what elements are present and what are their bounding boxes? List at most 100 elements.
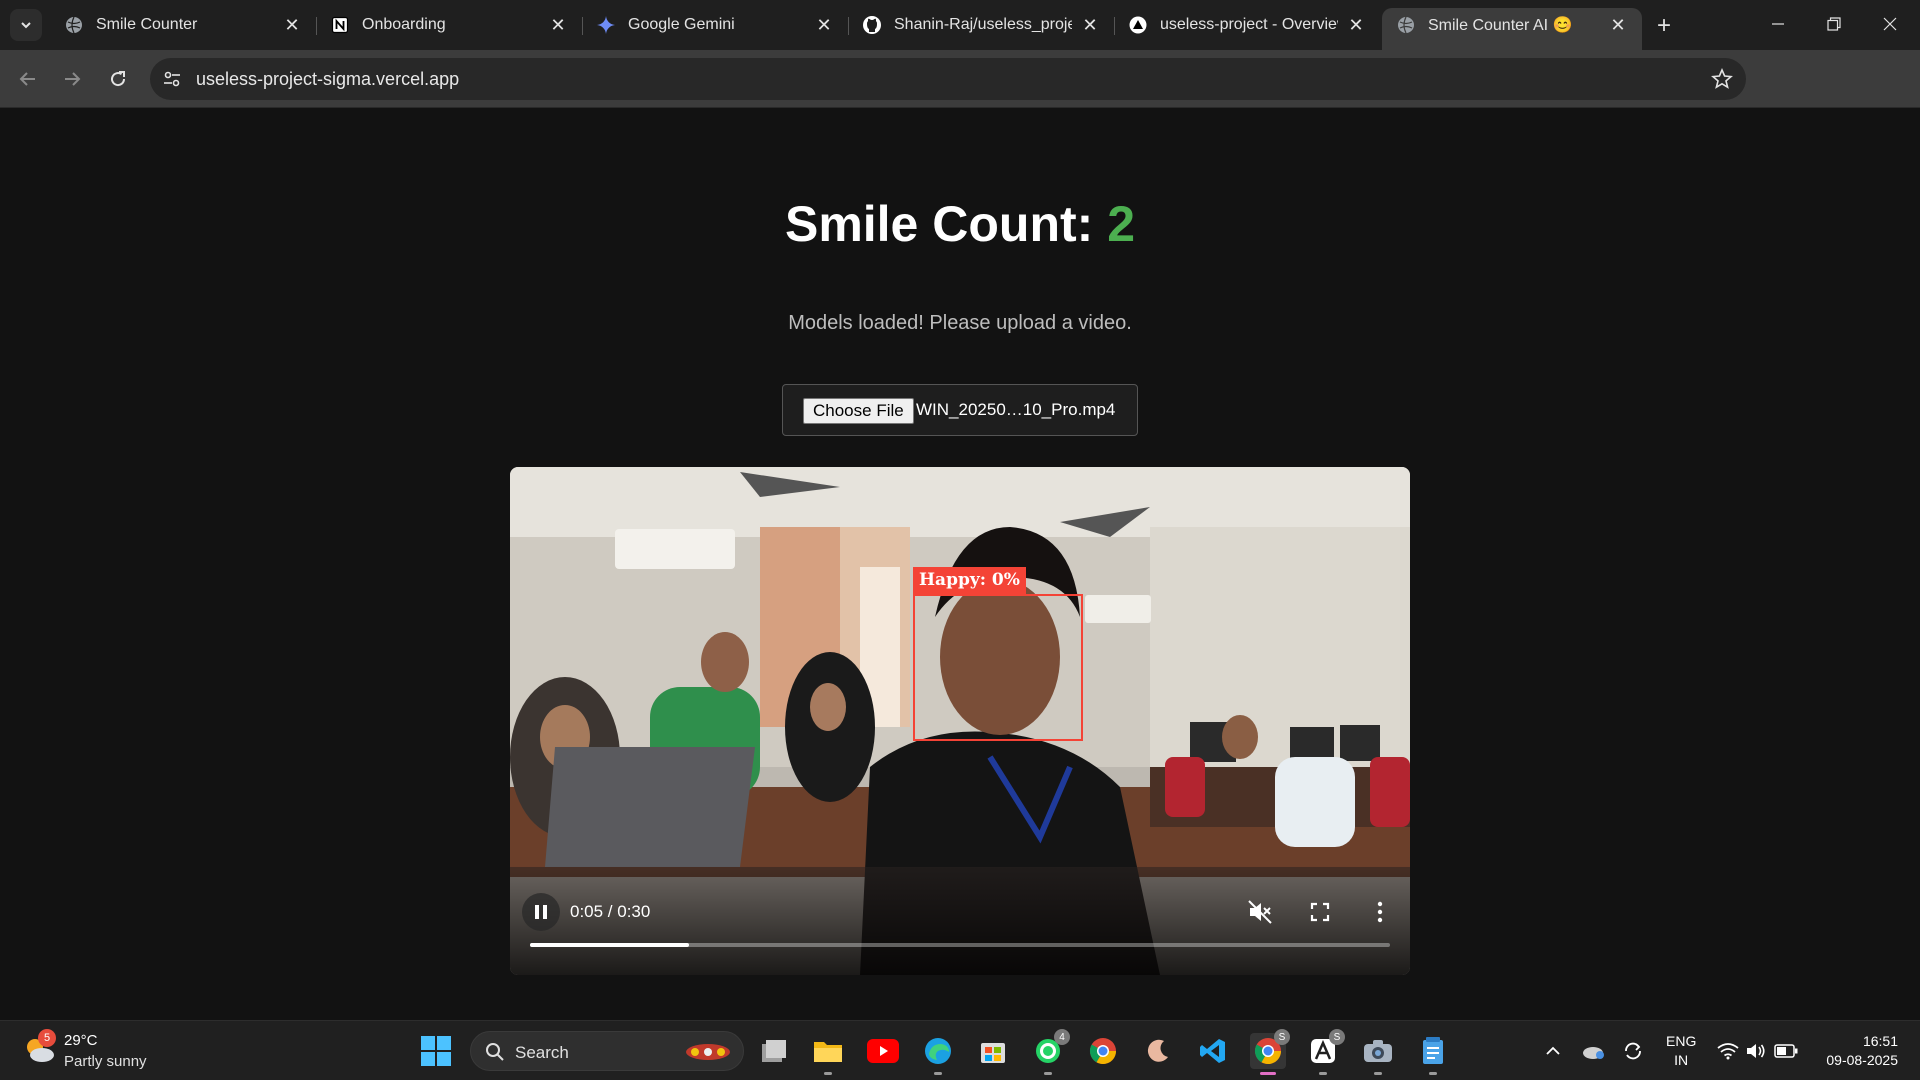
close-tab-icon[interactable]: ✕: [1346, 15, 1366, 35]
adobe-acrobat-icon[interactable]: S: [1305, 1029, 1345, 1075]
whatsapp-badge: 4: [1054, 1029, 1070, 1045]
search-icon: [486, 1043, 504, 1061]
tab-search-button[interactable]: [10, 9, 42, 41]
smile-count-heading: Smile Count: 2: [0, 195, 1920, 253]
video-player[interactable]: Happy: 0% 0:05 / 0:30: [510, 467, 1410, 975]
tab-title: useless-project - Overview: [1160, 16, 1338, 33]
pause-button[interactable]: [522, 893, 560, 931]
youtube-icon[interactable]: [865, 1033, 901, 1069]
pause-icon: [535, 905, 547, 919]
fullscreen-button[interactable]: [1306, 898, 1334, 926]
tab-title: Smile Counter: [96, 16, 198, 33]
tab-title: Smile Counter AI 😊: [1428, 17, 1573, 34]
edge-icon[interactable]: [920, 1033, 956, 1075]
windows-start-icon[interactable]: [420, 1035, 452, 1067]
face-emotion-label: Happy: 0%: [913, 567, 1026, 594]
weather-notification-badge: 5: [38, 1029, 56, 1047]
running-indicator: [1374, 1072, 1382, 1075]
wifi-icon[interactable]: [1716, 1039, 1740, 1063]
tab-title: Google Gemini: [628, 16, 735, 33]
address-bar[interactable]: useless-project-sigma.vercel.app: [150, 58, 1746, 100]
tab-onboarding[interactable]: Onboarding ✕: [316, 8, 583, 42]
video-more-options-button[interactable]: [1366, 898, 1394, 926]
weather-description[interactable]: Partly sunny: [64, 1053, 147, 1070]
github-icon: [862, 15, 882, 35]
mute-button[interactable]: [1246, 898, 1274, 926]
restore-icon: [1827, 17, 1841, 31]
close-tab-icon[interactable]: ✕: [1080, 15, 1100, 35]
reload-button[interactable]: [102, 63, 134, 95]
forward-button[interactable]: [56, 63, 88, 95]
reload-icon: [111, 71, 126, 87]
whatsapp-icon[interactable]: 4: [1030, 1029, 1070, 1075]
url-text[interactable]: useless-project-sigma.vercel.app: [196, 69, 459, 90]
back-button[interactable]: [12, 63, 44, 95]
close-tab-icon[interactable]: ✕: [1608, 15, 1628, 35]
selected-file-name: WIN_20250…10_Pro.mp4: [916, 400, 1116, 419]
close-tab-icon[interactable]: ✕: [282, 15, 302, 35]
language-indicator[interactable]: ENG IN: [1666, 1032, 1696, 1070]
language-code: ENG: [1666, 1033, 1697, 1049]
close-tab-icon[interactable]: ✕: [548, 15, 568, 35]
microsoft-store-icon[interactable]: [975, 1033, 1011, 1069]
tab-title: Onboarding: [362, 16, 446, 33]
choose-file-button[interactable]: Choose File: [803, 398, 914, 424]
chrome-icon[interactable]: [1085, 1033, 1121, 1069]
tab-github-repo[interactable]: Shanin-Raj/useless_project ✕: [848, 8, 1115, 42]
notion-icon: [330, 15, 350, 35]
adobe-badge: S: [1329, 1029, 1345, 1045]
task-view-icon[interactable]: [756, 1033, 792, 1069]
tab-smile-counter-ai[interactable]: Smile Counter AI 😊 ✕: [1382, 8, 1642, 50]
more-vertical-icon: [1377, 901, 1383, 923]
arrow-left-icon: [19, 72, 35, 86]
system-clock[interactable]: 16:51 09-08-2025: [1816, 1032, 1898, 1070]
smile-count-value: 2: [1107, 196, 1136, 252]
arrow-right-icon: [65, 72, 81, 86]
video-progress-fill: [530, 943, 690, 947]
page-content: Smile Count: 2 Models loaded! Please upl…: [0, 109, 1920, 1019]
chrome-profile-badge: S: [1274, 1029, 1290, 1045]
video-time: 0:05 / 0:30: [570, 902, 651, 921]
file-explorer-icon[interactable]: [810, 1033, 846, 1075]
vscode-icon[interactable]: [1195, 1033, 1231, 1069]
bookmark-star-icon[interactable]: [1710, 67, 1734, 91]
chrome-profile-icon[interactable]: S: [1250, 1029, 1290, 1075]
heading-label: Smile Count:: [784, 196, 1094, 252]
tab-google-gemini[interactable]: Google Gemini ✕: [582, 8, 849, 42]
running-indicator: [824, 1072, 832, 1075]
windows-taskbar: 5 29°C Partly sunny Search 4 S S ENG IN …: [0, 1020, 1920, 1080]
globe-icon: [1396, 15, 1416, 35]
notepad-icon[interactable]: [1415, 1033, 1451, 1075]
running-indicator: [1319, 1072, 1327, 1075]
taskbar-search-box[interactable]: Search: [470, 1031, 744, 1071]
minimize-button[interactable]: [1758, 8, 1798, 40]
tab-smile-counter[interactable]: Smile Counter ✕: [50, 8, 317, 42]
chevron-down-icon: [21, 22, 31, 29]
tab-vercel-overview[interactable]: useless-project - Overview ✕: [1114, 8, 1380, 42]
globe-icon: [64, 15, 84, 35]
restore-button[interactable]: [1814, 8, 1854, 40]
camera-icon[interactable]: [1360, 1033, 1396, 1075]
battery-icon[interactable]: [1774, 1039, 1798, 1063]
close-tab-icon[interactable]: ✕: [814, 15, 834, 35]
sync-icon[interactable]: [1621, 1039, 1645, 1063]
onedrive-icon[interactable]: [1581, 1039, 1605, 1063]
close-window-button[interactable]: [1870, 8, 1910, 40]
tab-strip: Smile Counter ✕ Onboarding ✕ Google Gemi…: [0, 0, 1920, 50]
new-tab-button[interactable]: +: [1650, 12, 1678, 40]
volume-icon[interactable]: [1744, 1039, 1768, 1063]
video-file-input[interactable]: Choose File WIN_20250…10_Pro.mp4: [782, 384, 1138, 436]
video-seek-bar[interactable]: [530, 943, 1390, 947]
tab-title: Shanin-Raj/useless_project: [894, 16, 1072, 33]
show-hidden-icons-chevron-icon[interactable]: [1541, 1039, 1565, 1063]
minimize-icon: [1772, 23, 1784, 25]
weather-temperature[interactable]: 29°C: [64, 1032, 98, 1049]
volume-muted-icon: [1248, 900, 1272, 924]
night-light-icon[interactable]: [1140, 1033, 1176, 1069]
taskbar-search-label: Search: [515, 1043, 569, 1062]
site-info-icon[interactable]: [160, 67, 184, 91]
running-indicator: [1429, 1072, 1437, 1075]
gemini-icon: [596, 15, 616, 35]
vercel-icon: [1128, 15, 1148, 35]
running-indicator: [934, 1072, 942, 1075]
